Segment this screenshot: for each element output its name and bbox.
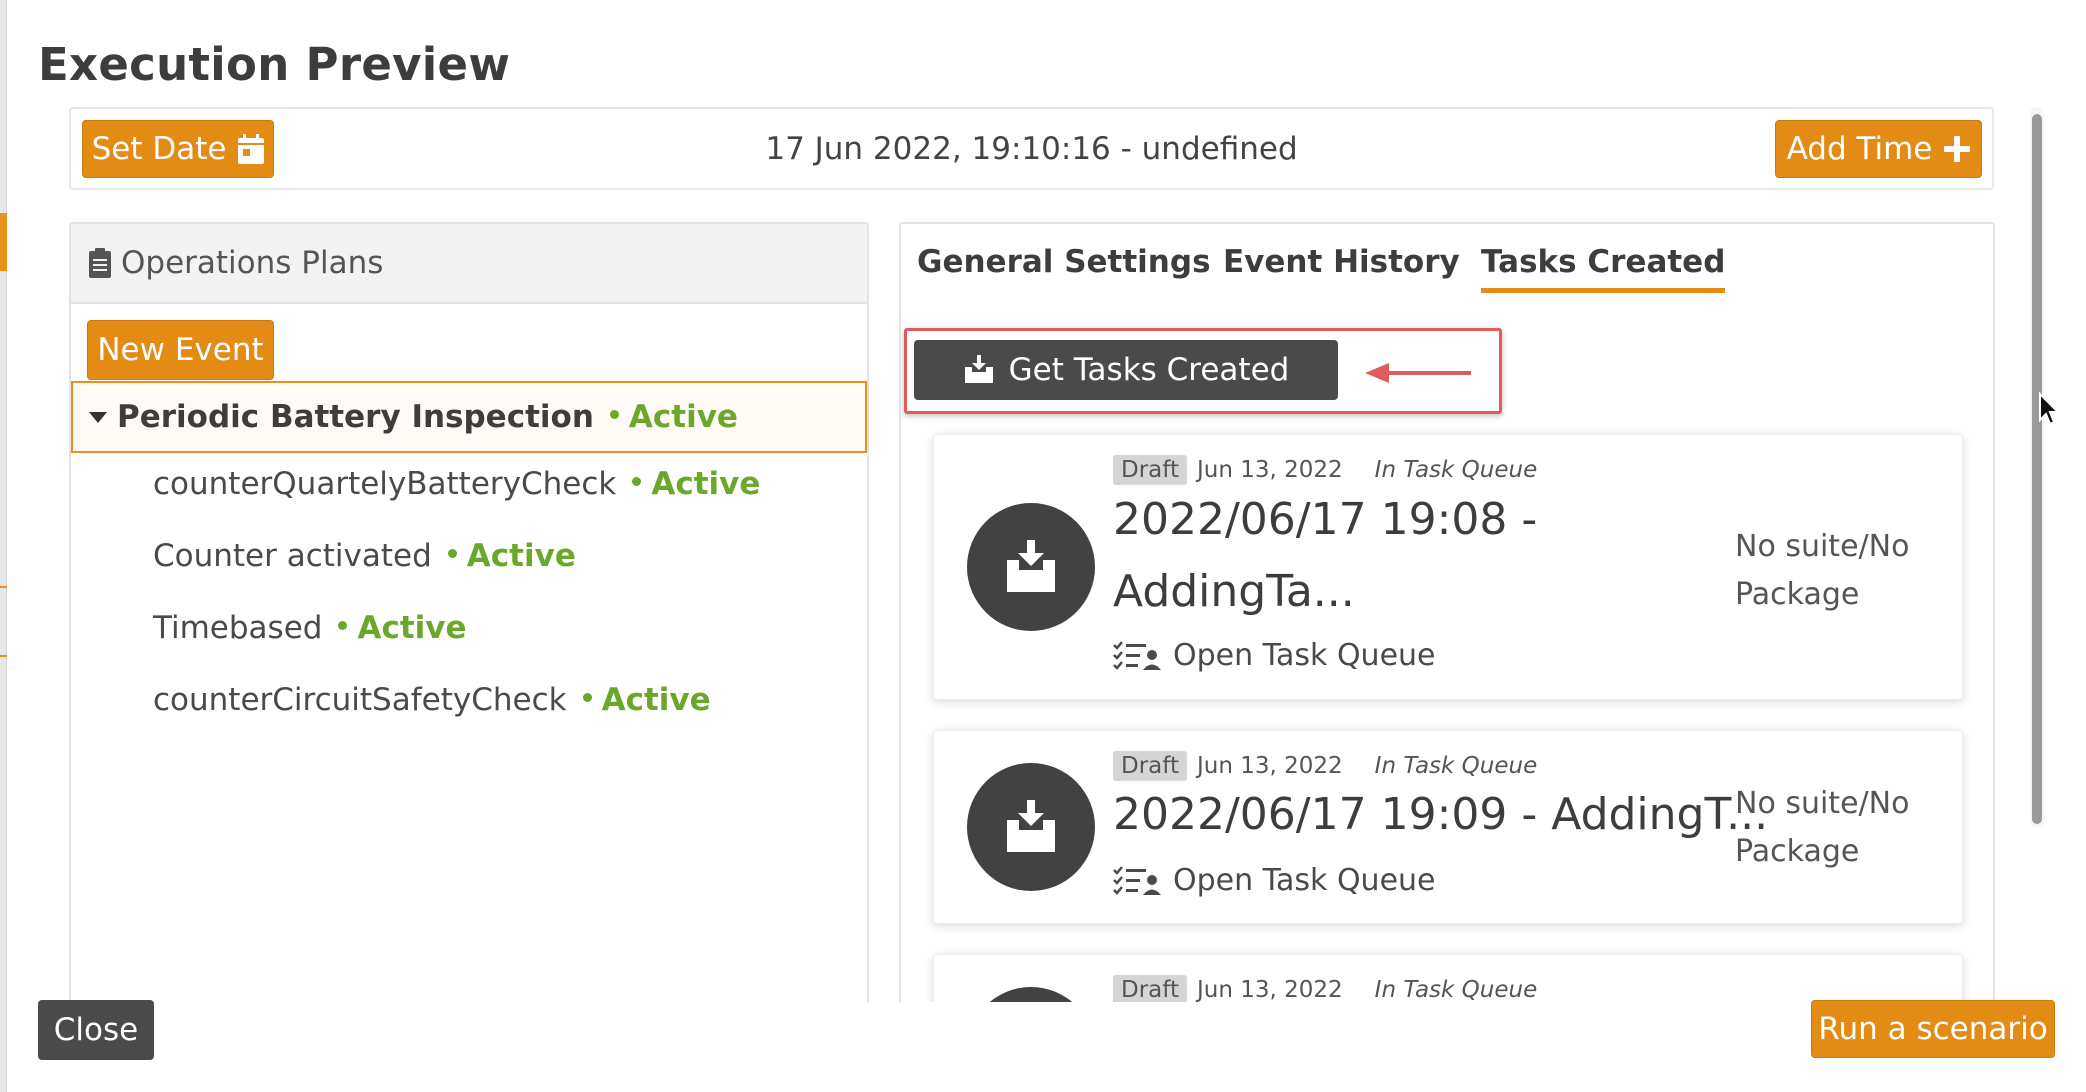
task-list-icon [1113,865,1161,895]
suite-package-info: No suite/No Package [1735,786,1910,869]
task-title: 2022/06/17 19:09 - AddingT... [1113,789,1769,840]
mouse-pointer-icon [2039,392,2061,426]
plan-name: Periodic Battery Inspection [117,399,594,435]
close-label: Close [53,1012,139,1048]
get-tasks-created-label: Get Tasks Created [1008,352,1290,388]
operations-plans-title: Operations Plans [121,245,384,281]
arrow-left-icon [1365,363,1471,383]
background-page-edge [0,0,7,1092]
task-title-line1: 2022/06/17 19:08 - [1113,494,1538,545]
task-card[interactable]: Draft Jun 13, 2022 In Task Queue 2022/06… [933,434,1963,700]
event-item[interactable]: counterCircuitSafetyCheck Active [153,682,711,718]
caret-down-icon[interactable] [89,411,107,423]
queue-state: In Task Queue [1374,977,1538,1002]
status-badge: Active [582,682,711,718]
suite-package-info: No suite/No Package [1735,529,1910,612]
task-date: Jun 13, 2022 [1196,753,1343,779]
plan-row-periodic-battery-inspection[interactable]: Periodic Battery Inspection Active [71,381,867,453]
queue-state: In Task Queue [1374,753,1538,779]
plus-icon [1944,136,1971,162]
task-avatar [967,503,1095,631]
new-event-label: New Event [97,332,264,368]
draft-badge: Draft [1113,975,1187,1002]
task-date: Jun 13, 2022 [1196,977,1343,1002]
task-card[interactable]: Draft Jun 13, 2022 In Task Queue 2022/06… [933,730,1963,924]
date-toolbar: Set Date 17 Jun 2022, 19:10:16 - undefin… [69,107,1994,190]
inbox-download-icon [1007,540,1055,592]
task-title-line2: AddingTa... [1113,566,1355,617]
queue-state: In Task Queue [1374,457,1538,483]
task-meta: Draft Jun 13, 2022 In Task Queue [1113,975,1537,1002]
draft-badge: Draft [1113,751,1187,781]
tab-tasks-created[interactable]: Tasks Created [1481,244,1726,293]
draft-badge: Draft [1113,455,1187,485]
add-time-button[interactable]: Add Time [1775,120,1982,178]
status-badge: Active [447,538,576,574]
operations-plans-header: Operations Plans [71,224,867,304]
status-badge: Active [632,466,760,502]
task-card[interactable]: Draft Jun 13, 2022 In Task Queue [933,954,1963,1002]
operations-plans-panel: Operations Plans New Event Periodic Batt… [69,222,869,1002]
open-task-queue-link[interactable]: Open Task Queue [1113,638,1436,673]
task-list-icon [1113,640,1161,670]
current-date-display: 17 Jun 2022, 19:10:16 - undefined [765,131,1298,167]
add-time-label: Add Time [1786,131,1933,167]
modal-scrollbar-thumb[interactable] [2032,114,2042,824]
event-item[interactable]: Counter activated Active [153,538,576,574]
task-avatar [967,987,1095,1002]
new-event-button[interactable]: New Event [87,320,274,380]
event-item[interactable]: Timebased Active [153,610,467,646]
task-date: Jun 13, 2022 [1196,457,1343,483]
event-item[interactable]: counterQuartelyBatteryCheck Active [153,466,760,502]
status-badge: Active [609,399,738,435]
clipboard-icon [89,248,111,278]
get-tasks-created-button[interactable]: Get Tasks Created [914,340,1338,400]
close-button[interactable]: Close [38,1000,154,1060]
inbox-download-icon [964,355,993,383]
status-badge: Active [338,610,467,646]
run-scenario-button[interactable]: Run a scenario [1811,1000,2055,1058]
inbox-download-icon [1007,800,1055,852]
open-task-queue-label: Open Task Queue [1173,638,1436,673]
open-task-queue-label: Open Task Queue [1173,863,1436,898]
task-meta: Draft Jun 13, 2022 In Task Queue [1113,751,1537,781]
run-scenario-label: Run a scenario [1818,1011,2048,1047]
open-task-queue-link[interactable]: Open Task Queue [1113,863,1436,898]
task-avatar [967,763,1095,891]
tab-event-history[interactable]: Event History [1223,244,1460,288]
tab-general-settings[interactable]: General Settings [917,244,1211,288]
details-panel: General Settings Event History Tasks Cre… [899,222,1995,1002]
task-meta: Draft Jun 13, 2022 In Task Queue [1113,455,1537,485]
modal-title: Execution Preview [38,38,511,91]
